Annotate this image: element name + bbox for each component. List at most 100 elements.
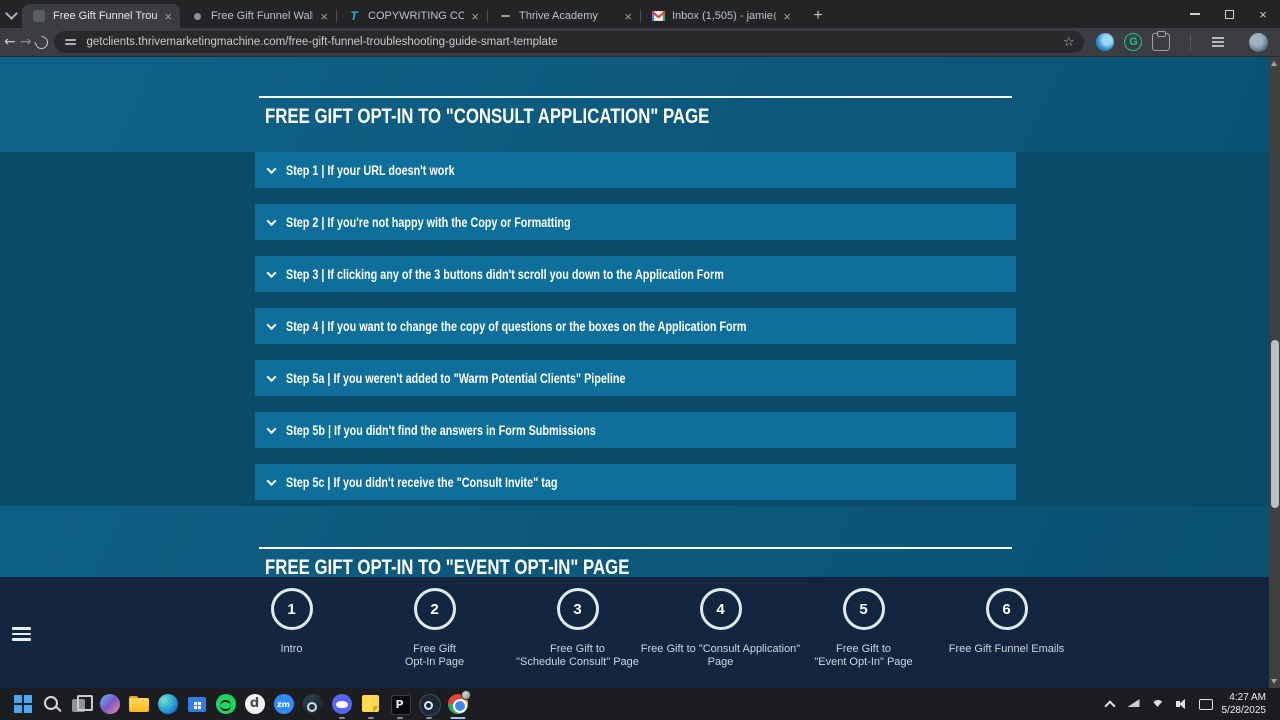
stepper-item-event-optin[interactable]: 5 Free Gift to "Event Opt-In" Page [792,588,935,683]
accordion-step-1[interactable]: Step 1 | If your URL doesn't work [255,152,1016,188]
paint-app-icon[interactable] [385,688,414,720]
window-minimize-button[interactable] [1178,0,1212,28]
sticky-notes-icon[interactable] [356,688,385,720]
window-close-button[interactable]: × [1246,0,1280,28]
moon-extension-icon[interactable] [1096,33,1115,51]
screen: Free Gift Funnel Troubleshootin × Free G… [0,0,1280,720]
tab-title: COPYWRITING COACHING | TH [368,10,465,22]
url-text[interactable]: getclients.thrivemarketingmachine.com/fr… [86,36,1054,48]
tab-walkthrough[interactable]: Free Gift Funnel Walkthrough D × [180,4,336,28]
tab-search-chevron-icon[interactable] [0,0,22,28]
page-content: FREE GIFT OPT-IN TO "CONSULT APPLICATION… [0,57,1280,688]
scroll-down-arrow-icon[interactable] [1271,679,1277,684]
stepper-item-funnel-emails[interactable]: 6 Free Gift Funnel Emails [935,588,1078,683]
discord-icon[interactable] [327,688,356,720]
clipboard-extension-icon[interactable] [1152,31,1171,51]
accordion-label: Step 2 | If you're not happy with the Co… [286,214,571,230]
tab-close-icon[interactable]: × [783,10,791,23]
task-view-icon[interactable] [66,688,95,720]
accordion-step-5b[interactable]: Step 5b | If you didn't find the answers… [255,412,1016,448]
section-divider-line [259,547,1012,549]
browser-toolbar: ← → getclients.thrivemarketingmachine.co… [0,28,1280,57]
accordion-step-2[interactable]: Step 2 | If you're not happy with the Co… [255,204,1016,240]
ime-icon[interactable] [1198,696,1214,712]
section-divider-line [259,96,1012,98]
section-title: FREE GIFT OPT-IN TO "CONSULT APPLICATION… [265,105,710,128]
tab-close-icon[interactable]: × [320,10,328,23]
tab-favicon [190,9,204,23]
tab-copywriting[interactable]: T COPYWRITING COACHING | TH × [337,4,487,28]
tray-expand-icon[interactable] [1102,696,1118,712]
chevron-down-icon [266,215,277,226]
tab-troubleshooting[interactable]: Free Gift Funnel Troubleshootin × [22,4,180,28]
clock-date: 5/28/2025 [1221,705,1267,716]
file-explorer-icon[interactable] [124,688,153,720]
stepper-circle[interactable]: 3 [556,588,599,630]
accordion-label: Step 3 | If clicking any of the 3 button… [286,266,724,282]
d-app-icon[interactable] [240,688,269,720]
stepper-circle[interactable]: 6 [985,588,1028,630]
steam-link-icon[interactable] [414,688,443,720]
stepper-circle[interactable]: 1 [270,588,313,630]
window-controls: × [1178,0,1280,28]
windows-start-icon[interactable] [8,688,37,720]
search-icon[interactable] [37,688,66,720]
edge-icon[interactable] [153,688,182,720]
reading-list-icon[interactable] [1211,33,1229,51]
tab-gmail-inbox[interactable]: Inbox (1,505) - jamie@thrive-a × [641,4,799,28]
accordion-step-5c[interactable]: Step 5c | If you didn't receive the "Con… [255,464,1016,500]
chevron-down-icon [266,423,277,434]
bookmark-star-icon[interactable]: ☆ [1063,35,1075,50]
zoom-app-icon[interactable] [269,688,298,720]
back-button[interactable]: ← [4,30,16,54]
hamburger-menu-icon[interactable] [12,627,31,641]
tab-close-icon[interactable]: × [164,10,172,23]
tab-close-icon[interactable]: × [624,10,632,23]
stepper-label: Free Gift Funnel Emails [948,643,1065,655]
spotify-icon[interactable] [211,688,240,720]
tab-close-icon[interactable]: × [471,10,479,23]
accordion-step-5a[interactable]: Step 5a | If you weren't added to "Warm … [255,360,1016,396]
accordion-step-3[interactable]: Step 3 | If clicking any of the 3 button… [255,256,1016,292]
wifi-icon[interactable] [1150,696,1166,712]
reload-button[interactable] [35,30,48,54]
toolbar-divider [1190,34,1192,50]
scrollbar-thumb[interactable] [1270,340,1279,508]
profile-avatar[interactable] [1249,32,1269,52]
microsoft-store-icon[interactable] [182,688,211,720]
page-scrollbar[interactable] [1269,57,1280,688]
widgets-icon[interactable] [95,688,124,720]
accordion-label: Step 1 | If your URL doesn't work [286,162,455,178]
address-bar[interactable]: getclients.thrivemarketingmachine.com/fr… [54,31,1085,53]
accordion-label: Step 5b | If you didn't find the answers… [286,422,596,438]
stepper-circle[interactable]: 5 [842,588,885,630]
site-info-icon[interactable] [64,35,78,49]
grammarly-extension-icon[interactable]: G [1124,33,1143,51]
chevron-down-icon [266,371,277,382]
chrome-icon[interactable] [443,688,472,720]
forward-button[interactable]: → [20,30,32,54]
steam-icon[interactable] [298,688,327,720]
thrive-favicon: T [350,9,358,23]
tab-thrive-academy[interactable]: Thrive Academy × [488,4,640,28]
window-maximize-button[interactable] [1212,0,1246,28]
tab-title: Free Gift Funnel Troubleshootin [53,10,158,22]
tab-title: Thrive Academy [519,10,598,22]
taskbar-clock[interactable]: 4:27 AM 5/28/2025 [1222,691,1275,717]
accordion-step-4[interactable]: Step 4 | If you want to change the copy … [255,308,1016,344]
stepper-circle[interactable]: 2 [413,588,456,630]
accordion-panel: Step 1 | If your URL doesn't work Step 2… [0,152,1280,506]
chevron-down-icon [266,267,277,278]
system-tray: 4:27 AM 5/28/2025 [1102,691,1280,717]
volume-icon[interactable] [1174,696,1190,712]
accordion-label: Step 4 | If you want to change the copy … [286,318,747,334]
chevron-down-icon [266,475,277,486]
scroll-up-arrow-icon[interactable] [1271,61,1277,66]
monitor-icon[interactable] [1126,696,1142,712]
new-tab-button[interactable]: + [805,4,831,28]
tab-favicon [498,9,512,23]
chevron-down-icon [266,163,277,174]
extensions-row: G [1096,31,1280,52]
stepper-circle[interactable]: 4 [699,588,742,630]
clock-time: 4:27 AM [1229,692,1266,703]
